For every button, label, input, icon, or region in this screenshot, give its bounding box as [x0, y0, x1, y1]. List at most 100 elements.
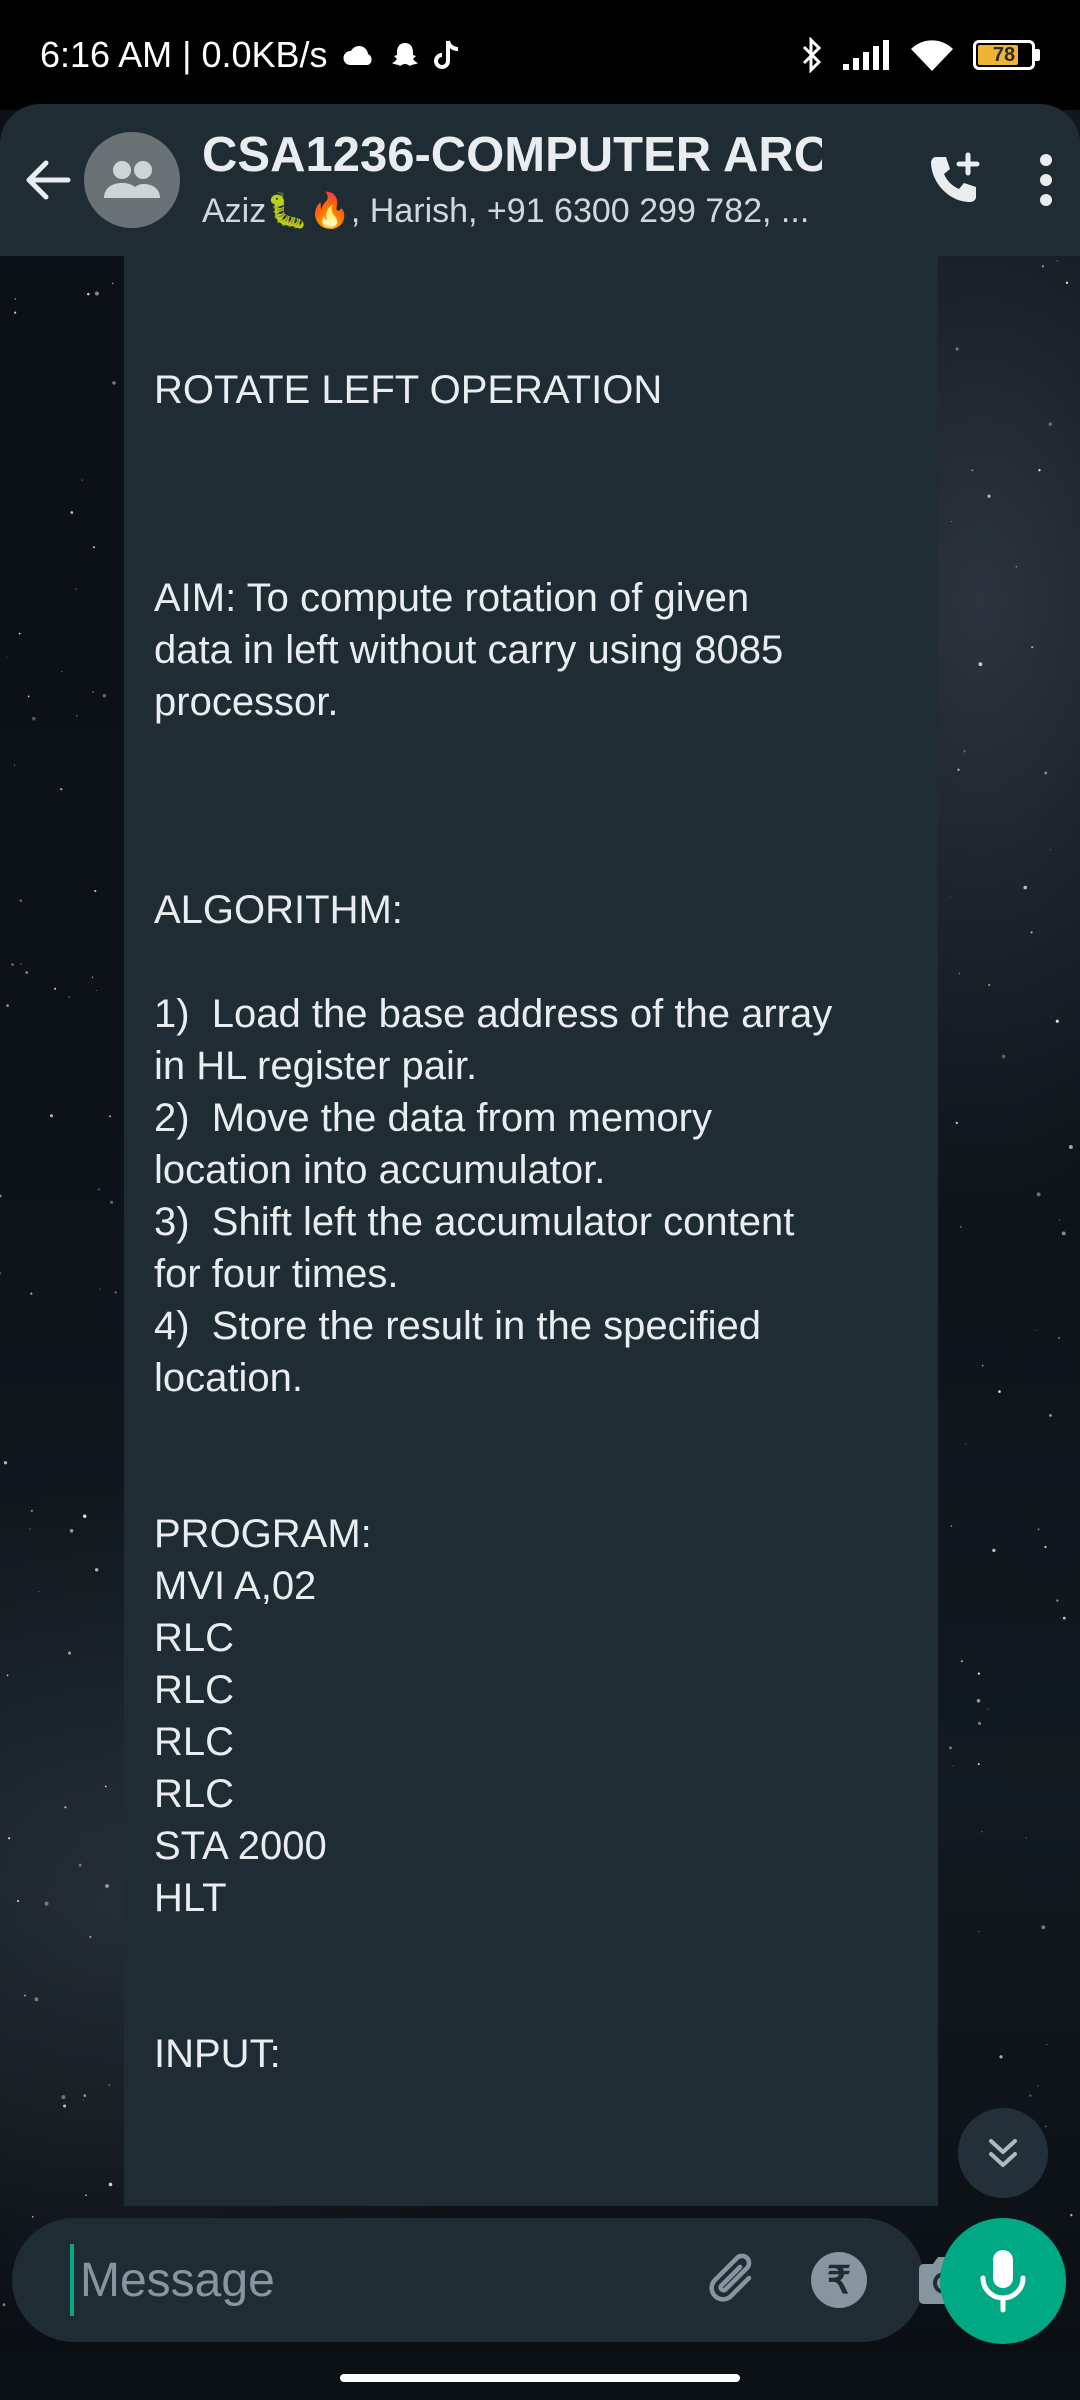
tiktok-icon	[433, 40, 458, 69]
voice-message-button[interactable]	[940, 2218, 1066, 2344]
star	[1025, 1837, 1027, 1839]
star	[94, 889, 97, 893]
star	[91, 976, 94, 978]
mic-icon	[980, 2250, 1026, 2313]
star	[38, 1591, 40, 1593]
attach-icon[interactable]	[703, 2250, 763, 2310]
bluetooth-icon	[802, 37, 822, 73]
chat-members: Aziz🐛🔥, Harish, +91 6300 299 782, ...	[202, 191, 810, 230]
star	[93, 546, 95, 549]
star	[109, 1115, 111, 1118]
star	[99, 1288, 101, 1290]
star	[963, 750, 966, 753]
star	[1030, 931, 1033, 934]
message-line: HLT	[154, 1876, 227, 1920]
back-arrow-icon	[26, 160, 71, 200]
star	[981, 1364, 984, 1367]
back-button[interactable]	[8, 130, 88, 230]
message-line: 4) Store the result in the specified	[154, 1304, 761, 1348]
star	[19, 899, 23, 902]
star	[76, 715, 78, 717]
star	[950, 1525, 953, 1527]
star	[1044, 771, 1048, 775]
star	[955, 347, 959, 351]
message-line: location.	[154, 1356, 303, 1400]
message-bubble[interactable]: ROTATE LEFT OPERATION AIM: To compute ro…	[124, 256, 938, 2206]
star	[955, 1121, 958, 1125]
message-line: 1) Load the base address of the array	[154, 992, 833, 1036]
star	[957, 768, 960, 771]
star	[1035, 1329, 1037, 1331]
star	[1065, 281, 1069, 284]
star	[68, 996, 70, 998]
chat-title: CSA1236-COMPUTER ARC...	[202, 129, 822, 183]
star	[24, 1994, 26, 1997]
message-composer: ₹	[12, 2218, 969, 2342]
star	[34, 1997, 39, 2002]
star	[1038, 469, 1041, 472]
star	[1049, 1413, 1052, 1417]
star	[94, 1568, 99, 1572]
scroll-down-button[interactable]	[958, 2108, 1048, 2198]
star	[1059, 1219, 1061, 1221]
home-indicator[interactable]	[340, 2374, 740, 2382]
star	[1046, 2044, 1048, 2046]
star	[1062, 1616, 1066, 1620]
chat-info[interactable]: CSA1236-COMPUTER ARC... Aziz🐛🔥, Harish, …	[202, 129, 822, 231]
star	[61, 2095, 66, 2100]
star	[978, 1931, 980, 1933]
star	[1031, 646, 1034, 649]
star	[949, 1746, 952, 1750]
scroll-down-icon	[989, 2139, 1017, 2167]
star	[1048, 422, 1053, 426]
star	[60, 788, 63, 791]
more-vert-icon[interactable]	[1036, 152, 1056, 208]
star	[976, 1699, 981, 1703]
star	[998, 1390, 1001, 1393]
status-time-speed: 6:16 AM | 0.0KB/s	[40, 34, 328, 75]
star	[6, 1004, 9, 1007]
star	[30, 1292, 33, 1295]
star	[32, 716, 36, 721]
star	[54, 987, 57, 990]
star	[11, 962, 15, 967]
message-line: STA 2000	[154, 1824, 327, 1868]
star	[1056, 260, 1058, 262]
star	[92, 691, 94, 693]
star	[1037, 2085, 1039, 2087]
star	[950, 896, 952, 898]
star	[977, 1763, 980, 1766]
status-bar: 6:16 AM | 0.0KB/s 78	[0, 0, 1080, 110]
message-line: location into accumulator.	[154, 1148, 606, 1192]
star	[971, 469, 974, 472]
message-line: RLC	[154, 1720, 235, 1764]
star	[1015, 565, 1018, 568]
star	[30, 1509, 33, 1512]
message-line: RLC	[154, 1772, 235, 1816]
star	[977, 1721, 982, 1726]
star	[1058, 1336, 1060, 1339]
message-input[interactable]	[70, 2244, 703, 2316]
star	[961, 1660, 963, 1663]
message-line: MVI A,02	[154, 1564, 317, 1608]
message-line: for four times.	[154, 1252, 399, 1296]
star	[965, 1443, 967, 1445]
add-call-icon[interactable]	[926, 151, 984, 209]
star	[112, 282, 114, 285]
star	[1056, 1599, 1059, 1602]
message-line: processor.	[154, 680, 339, 724]
star	[104, 1785, 107, 1788]
star	[1041, 1925, 1046, 1930]
star	[1001, 1054, 1006, 1059]
star	[977, 1672, 981, 1675]
rupee-icon[interactable]: ₹	[811, 2252, 867, 2308]
star	[959, 1225, 962, 1228]
star	[85, 2194, 87, 2196]
star	[1070, 2213, 1073, 2217]
star	[7, 656, 9, 658]
cloud-icon	[343, 46, 372, 65]
star	[82, 2099, 84, 2101]
group-avatar[interactable]	[84, 132, 180, 228]
message-line: 3) Shift left the accumulator content	[154, 1200, 795, 1244]
message-line: RLC	[154, 1616, 235, 1660]
